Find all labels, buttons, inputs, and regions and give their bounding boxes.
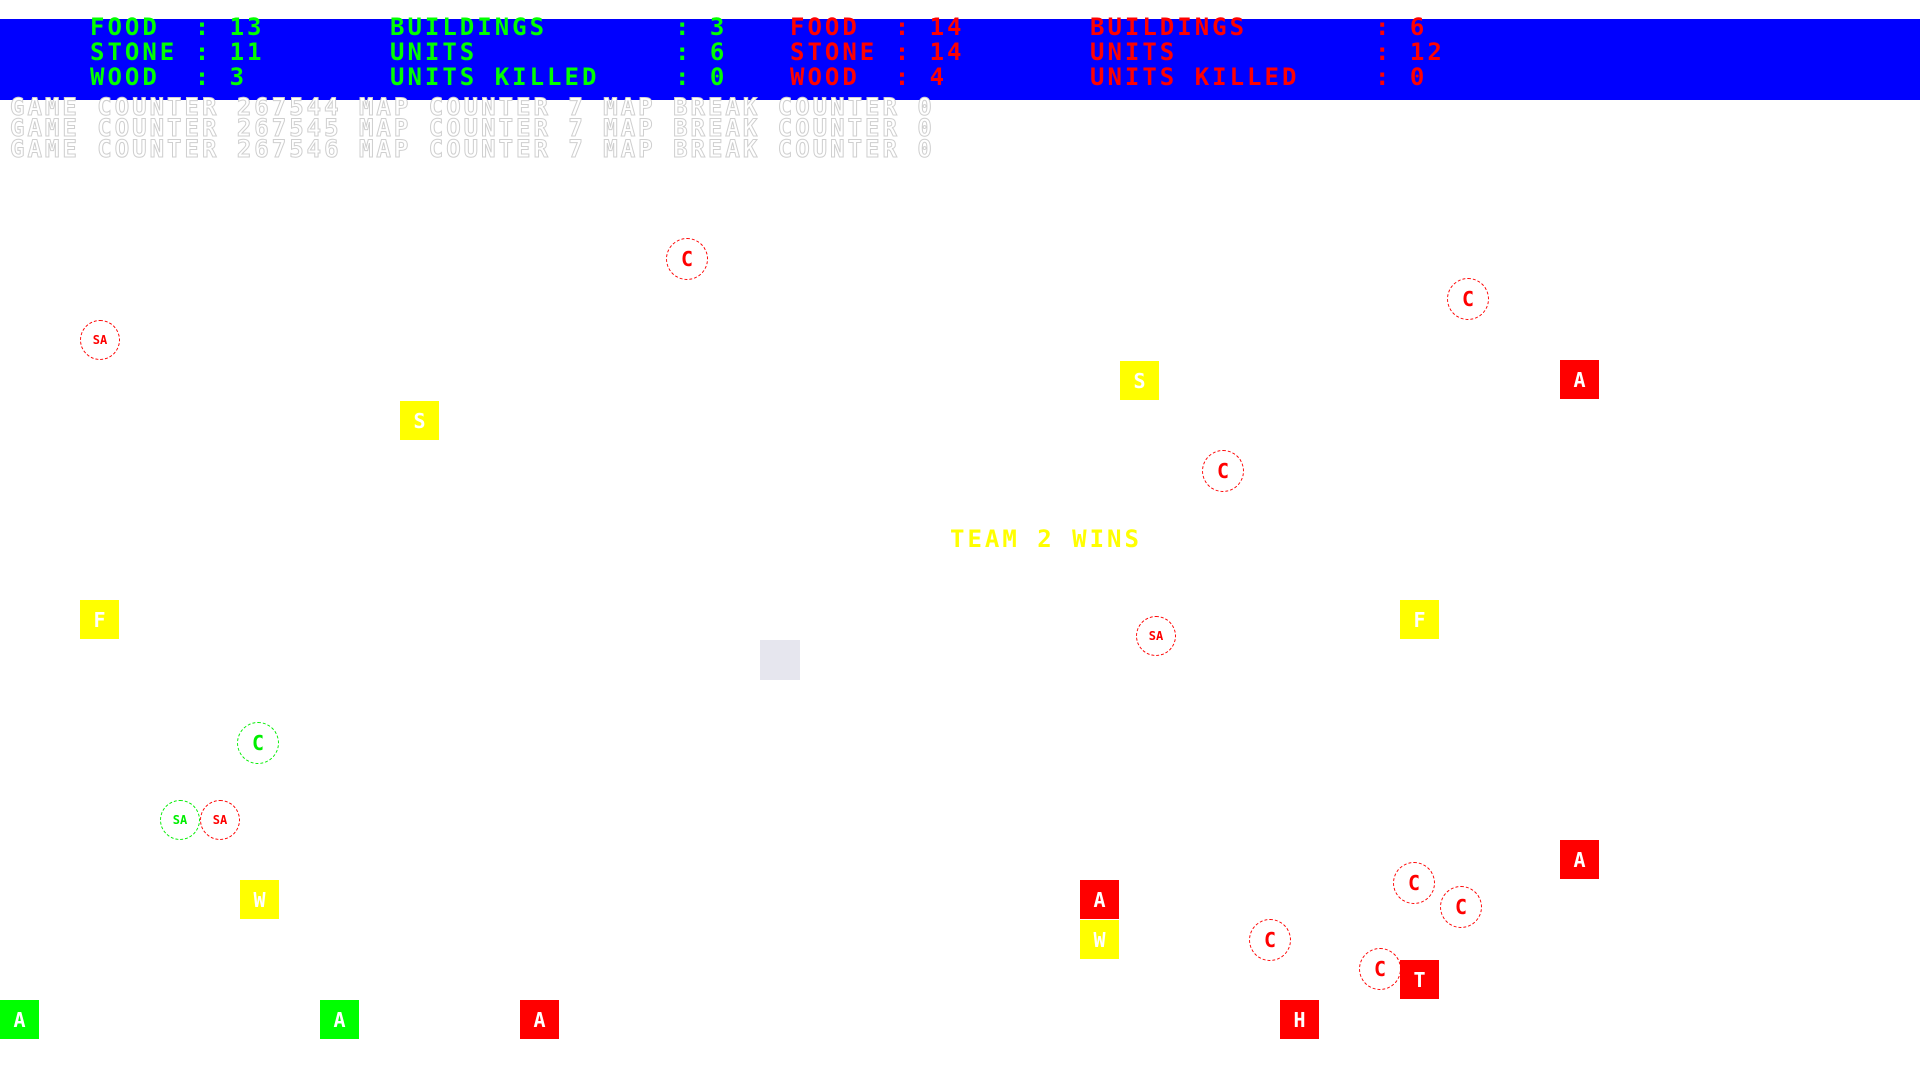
team1-killed-label: UNITS KILLED [390, 63, 600, 91]
team2-unit-c[interactable]: C [1447, 278, 1489, 320]
team1-units-value: : 6 [675, 38, 728, 66]
team2-unit-c[interactable]: C [1440, 886, 1482, 928]
stone-resource-tile[interactable]: S [1120, 361, 1159, 400]
team1-units-label: UNITS [390, 38, 478, 66]
team2-unit-sa[interactable]: SA [80, 320, 120, 360]
team2-units-label: UNITS [1090, 38, 1178, 66]
team2-building-a[interactable]: A [1560, 840, 1599, 879]
team1-food-stat: FOOD : 13 [90, 13, 265, 41]
team2-buildings-value: : 6 [1375, 13, 1428, 41]
team2-units-value: : 12 [1375, 38, 1445, 66]
team2-buildings-label: BUILDINGS [1090, 13, 1248, 41]
team2-wood-value: 4 [929, 63, 948, 91]
team2-stone-label: STONE [790, 38, 878, 66]
stone-resource-tile[interactable]: S [400, 401, 439, 440]
team1-buildings-value: : 3 [675, 13, 728, 41]
team2-building-h[interactable]: H [1280, 1000, 1319, 1039]
team2-building-a[interactable]: A [520, 1000, 559, 1039]
team1-food-label: FOOD [90, 13, 160, 41]
wood-resource-tile[interactable]: W [240, 880, 279, 919]
resource-status-bar: FOOD : 13 STONE : 11 WOOD : 3 BUILDINGS … [0, 15, 1920, 100]
game-counter-line: GAME COUNTER 267546 MAP COUNTER 7 MAP BR… [10, 135, 935, 163]
team1-buildings-label: BUILDINGS [390, 13, 548, 41]
team2-food-value: 14 [929, 13, 965, 41]
team2-unit-c[interactable]: C [1359, 948, 1401, 990]
team2-building-a[interactable]: A [1080, 880, 1119, 919]
team1-wood-label: WOOD [90, 63, 160, 91]
team2-stone-value: 14 [929, 38, 965, 66]
team2-food-stat: FOOD : 14 [790, 13, 965, 41]
food-resource-tile[interactable]: F [1400, 600, 1439, 639]
neutral-tile [760, 640, 800, 680]
team1-building-a[interactable]: A [0, 1000, 39, 1039]
team2-stone-stat: STONE : 14 [790, 38, 965, 66]
team2-unit-c[interactable]: C [1202, 450, 1244, 492]
team2-food-label: FOOD [790, 13, 860, 41]
win-message: TEAM 2 WINS [950, 525, 1142, 553]
team1-unit-c[interactable]: C [237, 722, 279, 764]
team1-stone-value: 11 [229, 38, 265, 66]
team1-stone-stat: STONE : 11 [90, 38, 265, 66]
team2-wood-stat: WOOD : 4 [790, 63, 948, 91]
team2-unit-sa[interactable]: SA [1136, 616, 1176, 656]
team1-wood-stat: WOOD : 3 [90, 63, 248, 91]
team2-unit-c[interactable]: C [1249, 919, 1291, 961]
team2-killed-value: : 0 [1375, 63, 1428, 91]
team1-food-value: 13 [229, 13, 265, 41]
wood-resource-tile[interactable]: W [1080, 920, 1119, 959]
team2-unit-c[interactable]: C [666, 238, 708, 280]
food-resource-tile[interactable]: F [80, 600, 119, 639]
team2-killed-label: UNITS KILLED [1090, 63, 1300, 91]
team1-stone-label: STONE [90, 38, 178, 66]
team2-building-a[interactable]: A [1560, 360, 1599, 399]
team2-building-t[interactable]: T [1400, 960, 1439, 999]
team1-killed-value: : 0 [675, 63, 728, 91]
team1-building-a[interactable]: A [320, 1000, 359, 1039]
team1-unit-sa[interactable]: SA [160, 800, 200, 840]
team2-unit-sa[interactable]: SA [200, 800, 240, 840]
team1-wood-value: 3 [229, 63, 248, 91]
game-screen: FOOD : 13 STONE : 11 WOOD : 3 BUILDINGS … [0, 0, 1920, 1080]
team2-unit-c[interactable]: C [1393, 862, 1435, 904]
team2-wood-label: WOOD [790, 63, 860, 91]
